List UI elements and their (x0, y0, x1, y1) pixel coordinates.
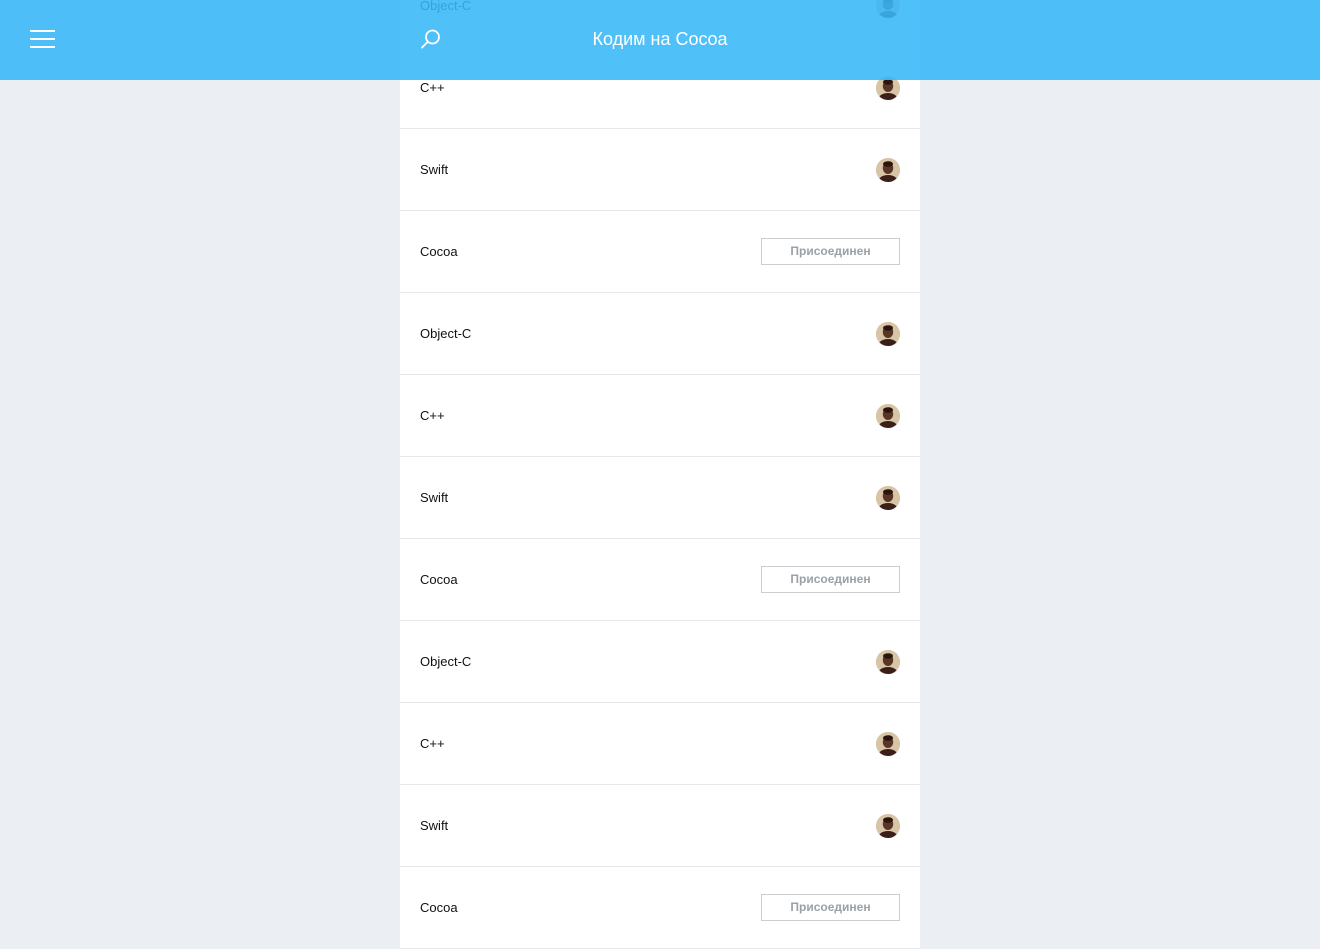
list-item-label: C++ (420, 408, 445, 423)
list-item[interactable]: C++ (400, 375, 920, 457)
list-item[interactable]: Cocoa Присоединен (400, 539, 920, 621)
joined-button[interactable]: Присоединен (761, 566, 900, 593)
user-avatar (876, 486, 900, 510)
chat-list: Object-C C++ Swift Cocoa Присоединен Object-C… (400, 0, 920, 949)
user-avatar (876, 814, 900, 838)
list-item-label: Swift (420, 490, 449, 505)
user-avatar (876, 322, 900, 346)
list-item-label: C++ (420, 736, 445, 751)
list-item-label: Object-C (420, 326, 472, 341)
list-item-label: Cocoa (420, 244, 458, 259)
list-item[interactable]: C++ (400, 703, 920, 785)
list-item-label: Object-C (420, 654, 472, 669)
joined-button[interactable]: Присоединен (761, 238, 900, 265)
list-item[interactable]: Cocoa Присоединен (400, 867, 920, 949)
user-avatar (876, 732, 900, 756)
page-title: Кодим на Cocoa (592, 29, 728, 49)
list-item-label: Cocoa (420, 572, 458, 587)
list-item-label: Swift (420, 162, 449, 177)
list-item-label: Swift (420, 818, 449, 833)
joined-button[interactable]: Присоединен (761, 894, 900, 921)
list-item[interactable]: Object-C (400, 621, 920, 703)
list-item[interactable]: Swift (400, 457, 920, 539)
top-bar: Кодим на Cocoa (0, 0, 1320, 80)
user-avatar (876, 650, 900, 674)
list-item[interactable]: Swift (400, 785, 920, 867)
user-avatar (876, 404, 900, 428)
list-item[interactable]: Swift (400, 129, 920, 211)
list-item-label: Cocoa (420, 900, 458, 915)
user-avatar (876, 158, 900, 182)
list-item[interactable]: Object-C (400, 293, 920, 375)
list-item[interactable]: Cocoa Присоединен (400, 211, 920, 293)
